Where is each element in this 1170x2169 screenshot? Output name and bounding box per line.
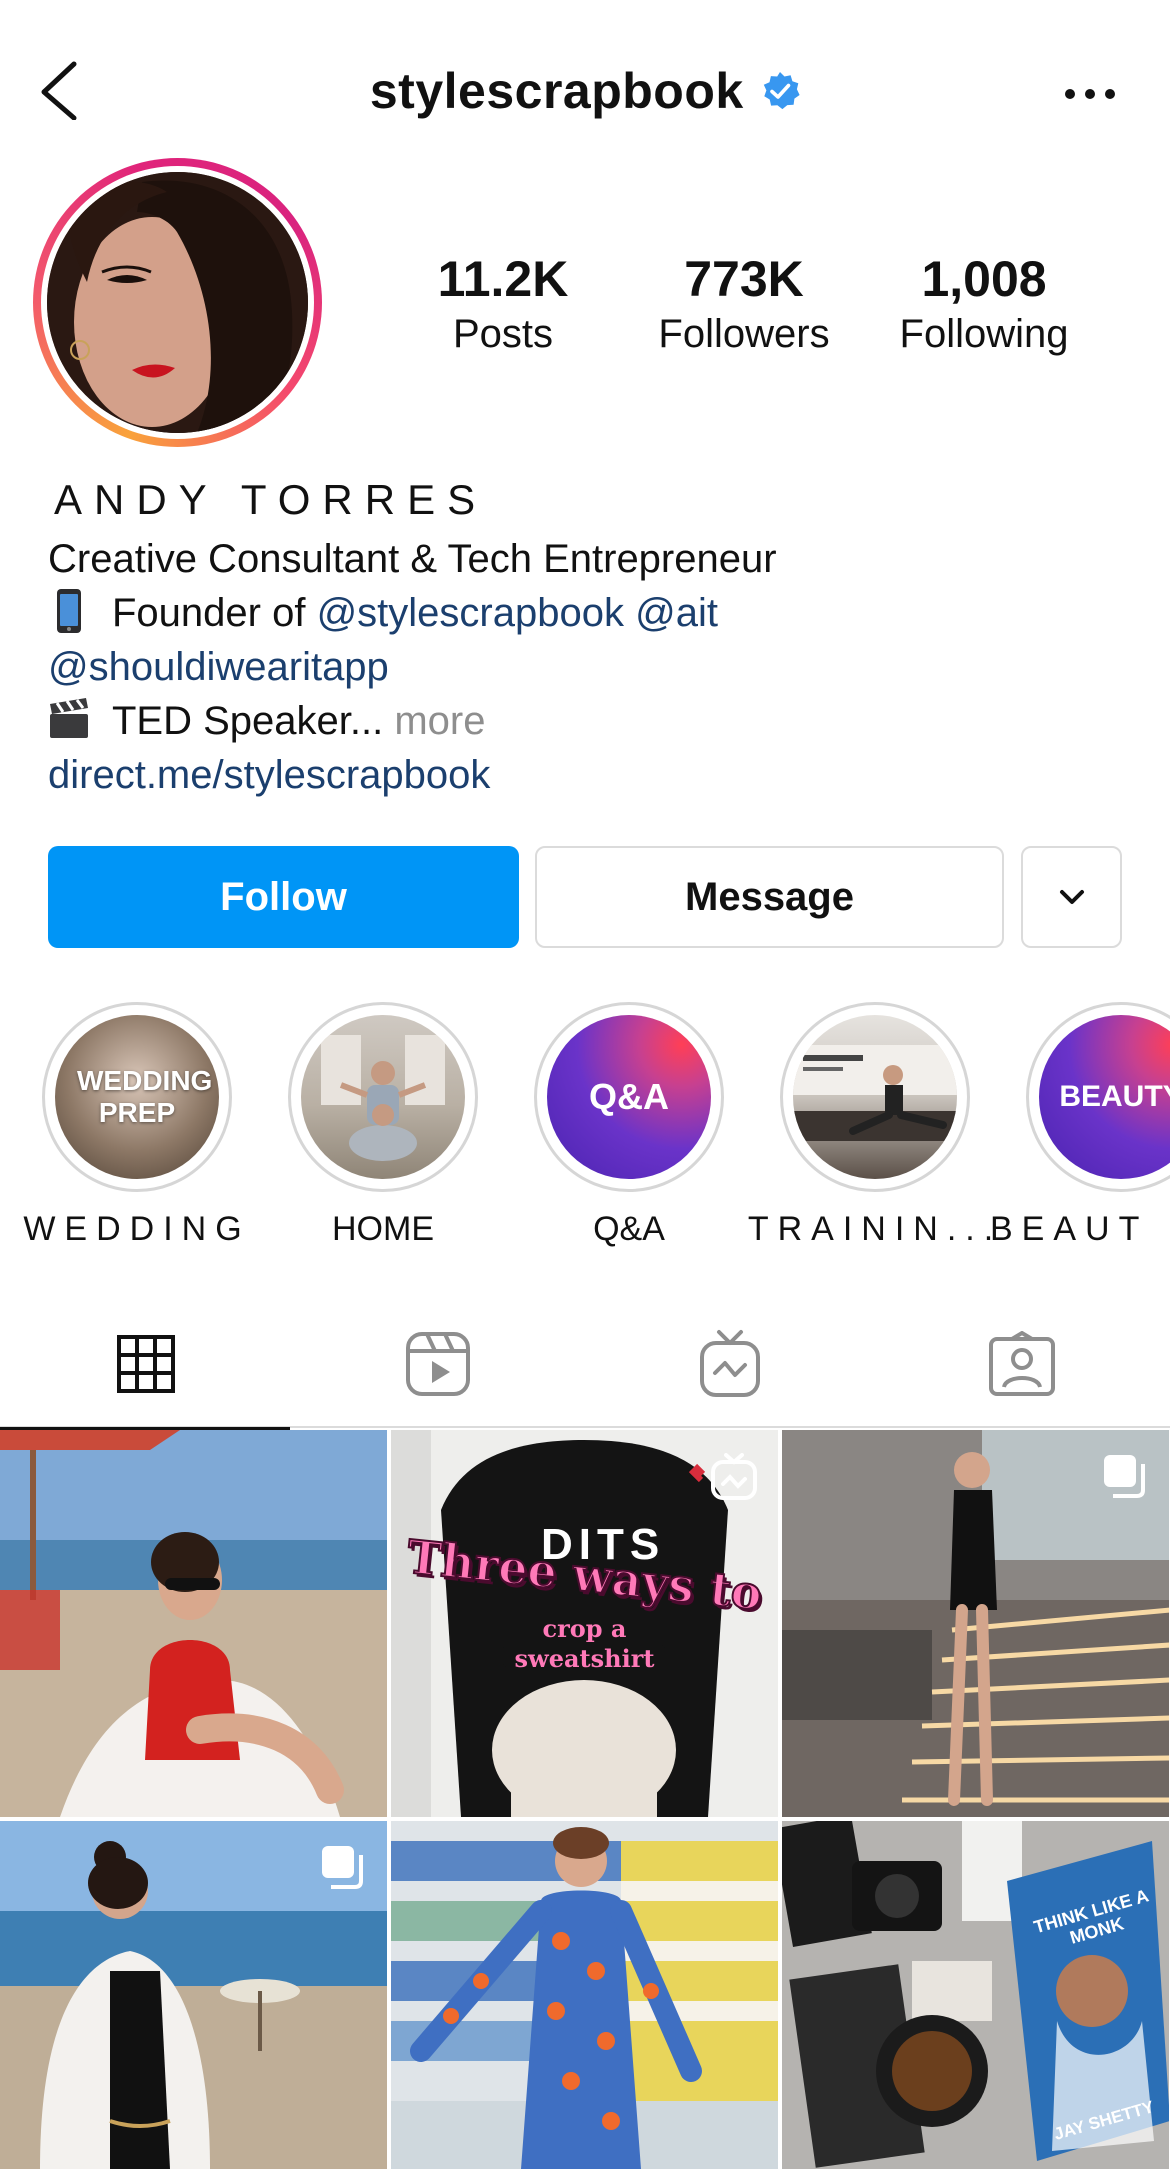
following-count: 1,008 xyxy=(921,251,1047,307)
clapper-board-icon xyxy=(50,698,88,738)
follow-button[interactable]: Follow xyxy=(48,846,519,948)
profile-tab-bar xyxy=(0,1300,1170,1430)
following-label: Following xyxy=(899,312,1069,356)
bio-line-1: Creative Consultant & Tech Entrepreneur xyxy=(48,537,777,581)
story-ring[interactable] xyxy=(33,158,322,447)
home-cover-illustration xyxy=(321,1035,445,1161)
carousel-badge-icon xyxy=(322,1846,363,1889)
highlight-cover-text: WEDDING PREP xyxy=(77,1065,213,1128)
followers-count: 773K xyxy=(684,251,804,307)
post-thumbnail[interactable] xyxy=(391,1821,778,2169)
highlight-label: TRAININ... xyxy=(747,1210,1003,1248)
bio-founder-text: Founder of xyxy=(112,591,317,635)
bio-line-4: TED Speaker... more xyxy=(48,694,485,748)
igtv-badge-icon xyxy=(711,1453,757,1500)
highlight-beauty[interactable]: BEAUTY BEAUT xyxy=(990,1002,1170,1248)
post-image xyxy=(0,1430,387,1817)
posts-grid: DITS Three ways to crop a sweatshirt THI… xyxy=(0,1430,1170,2169)
highlight-ring xyxy=(780,1002,970,1192)
bio-display-name: ANDY TORRES xyxy=(54,476,488,523)
highlight-training[interactable]: TRAININ... xyxy=(748,1002,993,1248)
igtv-icon xyxy=(700,1330,760,1397)
posts-count: 11.2K xyxy=(437,251,569,307)
more-horizontal-icon[interactable] xyxy=(1060,82,1120,106)
post-thumbnail[interactable] xyxy=(782,1430,1169,1817)
title-group: stylescrapbook xyxy=(0,62,1170,120)
mention-link[interactable]: @stylescrapbook xyxy=(317,591,624,635)
mention-link[interactable]: @ait xyxy=(635,591,718,635)
training-cover-illustration xyxy=(793,1045,957,1141)
post-image xyxy=(391,1821,778,2169)
highlight-ring: BEAUTY xyxy=(1026,1002,1170,1192)
post-thumbnail[interactable] xyxy=(0,1821,387,2169)
highlight-ring: Q&A xyxy=(534,1002,724,1192)
followers-label: Followers xyxy=(658,312,830,356)
profile-avatar[interactable] xyxy=(47,172,308,433)
post-thumbnail[interactable]: DITS Three ways to crop a sweatshirt xyxy=(391,1430,778,1817)
post-thumbnail[interactable] xyxy=(0,1430,387,1817)
suggested-dropdown-button[interactable] xyxy=(1021,846,1122,948)
tagged-user-icon xyxy=(989,1331,1055,1396)
bio-line-2: Founder of @stylescrapbook @ait xyxy=(48,586,718,640)
tab-reels[interactable] xyxy=(292,1300,584,1428)
mobile-phone-icon xyxy=(57,589,81,633)
post-thumbnail[interactable]: THINK LIKE A MONK JAY SHETTY xyxy=(782,1821,1169,2169)
highlight-cover xyxy=(301,1015,465,1179)
stat-posts[interactable]: 11.2K Posts xyxy=(393,250,613,360)
post-overlay-line2: crop a xyxy=(542,1614,627,1643)
stat-followers[interactable]: 773K Followers xyxy=(634,250,854,360)
highlight-cover: WEDDING PREP xyxy=(55,1015,219,1179)
message-button[interactable]: Message xyxy=(535,846,1004,948)
avatar-illustration xyxy=(47,172,308,433)
highlight-ring: WEDDING PREP xyxy=(42,1002,232,1192)
highlight-cover xyxy=(793,1015,957,1179)
grid-icon xyxy=(117,1335,175,1393)
carousel-badge-icon xyxy=(1104,1455,1145,1498)
chevron-down-icon xyxy=(1059,890,1084,904)
highlight-home[interactable]: HOME xyxy=(288,1002,478,1248)
highlight-wedding[interactable]: WEDDING PREP WEDDING xyxy=(23,1002,242,1248)
highlight-ring xyxy=(288,1002,478,1192)
verified-badge-icon xyxy=(763,72,800,110)
profile-username: stylescrapbook xyxy=(369,63,744,119)
highlight-cover-text: Q&A xyxy=(589,1076,669,1117)
highlight-qa[interactable]: Q&A Q&A xyxy=(534,1002,724,1248)
highlight-label: BEAUT xyxy=(990,1210,1149,1248)
stat-following[interactable]: 1,008 Following xyxy=(874,250,1094,360)
bio-more-link[interactable]: more xyxy=(383,699,485,743)
highlight-cover-text: BEAUTY xyxy=(1059,1080,1170,1113)
tab-posts-grid[interactable] xyxy=(0,1300,292,1430)
highlight-cover: Q&A xyxy=(547,1015,711,1179)
reels-icon xyxy=(406,1332,470,1396)
bio-ted-text: TED Speaker... xyxy=(112,699,384,743)
post-overlay-line3: sweatshirt xyxy=(514,1644,655,1673)
mention-link[interactable]: @shouldiwearitapp xyxy=(48,640,389,694)
tab-igtv[interactable] xyxy=(584,1300,876,1428)
highlight-cover: BEAUTY xyxy=(1039,1015,1170,1179)
tab-tagged[interactable] xyxy=(876,1300,1168,1428)
posts-label: Posts xyxy=(452,312,554,356)
website-link[interactable]: direct.me/stylescrapbook xyxy=(48,748,490,802)
